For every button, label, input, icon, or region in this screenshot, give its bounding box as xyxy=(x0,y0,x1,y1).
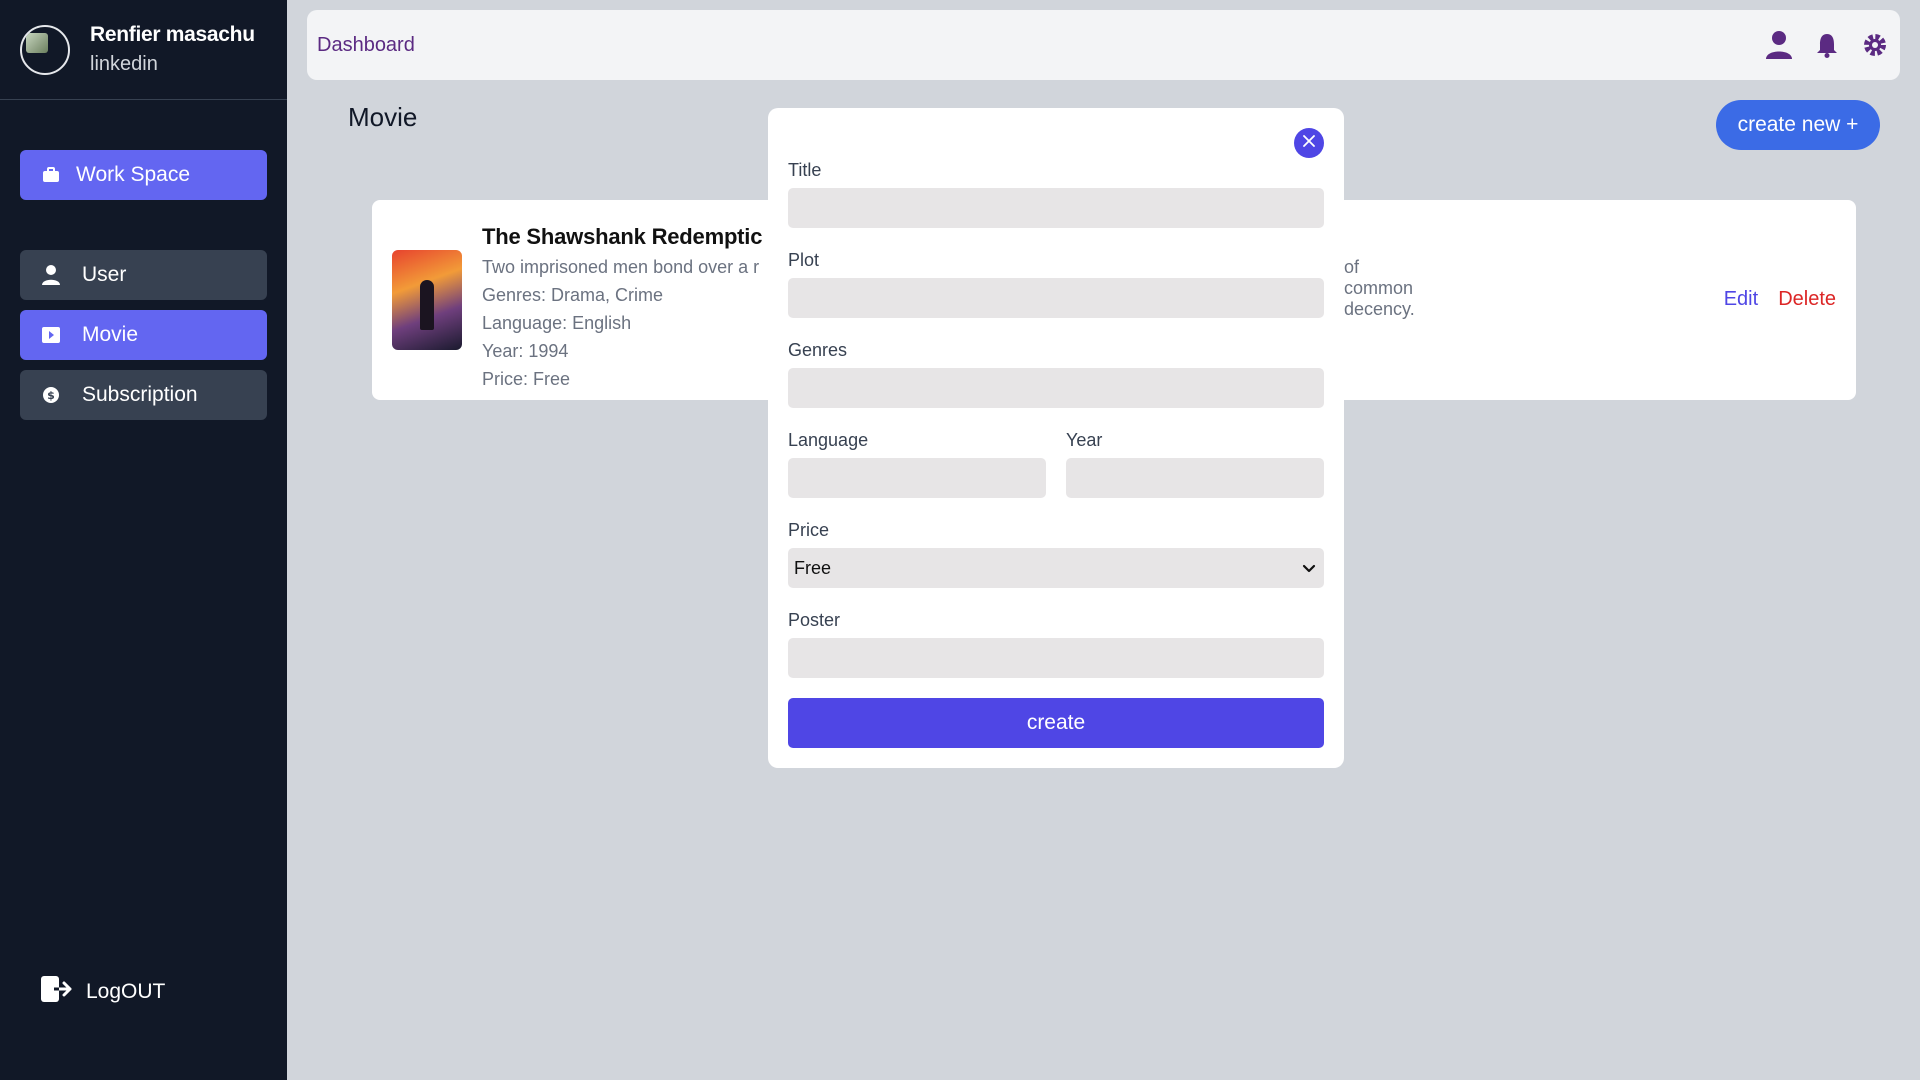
profile-subtitle: linkedin xyxy=(90,53,158,75)
create-new-button[interactable]: create new + xyxy=(1716,100,1880,150)
plot-input[interactable] xyxy=(788,278,1324,318)
logout-label: LogOUT xyxy=(86,980,166,1003)
top-bar: Dashboard xyxy=(307,10,1900,80)
price-select[interactable]: Free xyxy=(788,548,1324,588)
breadcrumb[interactable]: Dashboard xyxy=(317,34,415,57)
chevron-down-icon xyxy=(1302,560,1316,581)
briefcase-icon xyxy=(40,164,62,186)
movie-title: The Shawshank Redemptic xyxy=(482,224,763,249)
avatar[interactable] xyxy=(20,24,70,75)
play-icon xyxy=(40,324,62,346)
logout-icon xyxy=(40,975,72,1009)
profile-name: Renfier masachu xyxy=(90,23,255,46)
plot-label: Plot xyxy=(788,250,820,270)
sidebar-item-movie[interactable]: Movie xyxy=(20,310,267,360)
workspace-label: Work Space xyxy=(76,163,190,186)
price-label: Price xyxy=(788,520,830,540)
delete-button[interactable]: Delete xyxy=(1778,288,1836,311)
svg-text:$: $ xyxy=(47,389,55,402)
gear-icon[interactable] xyxy=(1862,30,1888,60)
movie-plot: Two imprisoned men bond over a r of commo… xyxy=(482,257,1415,319)
genres-label: Genres xyxy=(788,340,848,360)
page-title: Movie xyxy=(348,102,418,132)
close-button[interactable] xyxy=(1294,128,1324,158)
genres-input[interactable] xyxy=(788,368,1324,408)
profile: Renfier masachu linkedin xyxy=(0,0,287,100)
sidebar: Renfier masachu linkedin Work Space User… xyxy=(0,0,287,1080)
poster-input[interactable] xyxy=(788,638,1324,678)
movie-price: Price: Free xyxy=(482,369,571,389)
movie-year: Year: 1994 xyxy=(482,341,569,361)
year-input[interactable] xyxy=(1066,458,1324,498)
dollar-icon: $ xyxy=(40,384,62,406)
logout-button[interactable]: LogOUT xyxy=(40,975,165,1009)
sidebar-item-user[interactable]: User xyxy=(20,250,267,300)
movie-plot-end: of common decency. xyxy=(1344,257,1415,319)
title-input[interactable] xyxy=(788,188,1324,228)
language-label: Language xyxy=(788,430,869,450)
title-label: Title xyxy=(788,160,822,180)
sidebar-item-label: Subscription xyxy=(82,383,198,406)
edit-button[interactable]: Edit xyxy=(1724,288,1758,311)
year-label: Year xyxy=(1066,430,1103,450)
sidebar-item-label: Movie xyxy=(82,323,139,346)
create-button[interactable]: create xyxy=(788,698,1324,748)
sidebar-item-label: User xyxy=(82,263,127,286)
close-icon xyxy=(1303,134,1315,152)
movie-language: Language: English xyxy=(482,313,632,333)
user-icon xyxy=(40,264,62,286)
create-movie-modal: Title Plot Genres Language Year Price Fr… xyxy=(768,108,1344,768)
sidebar-item-subscription[interactable]: $ Subscription xyxy=(20,370,267,420)
user-icon[interactable] xyxy=(1766,30,1792,60)
language-input[interactable] xyxy=(788,458,1046,498)
workspace-button[interactable]: Work Space xyxy=(20,150,267,200)
poster-label: Poster xyxy=(788,610,841,630)
movie-poster xyxy=(392,250,462,350)
bell-icon[interactable] xyxy=(1814,30,1840,60)
price-selected-value: Free xyxy=(794,557,832,578)
movie-genres: Genres: Drama, Crime xyxy=(482,285,664,305)
